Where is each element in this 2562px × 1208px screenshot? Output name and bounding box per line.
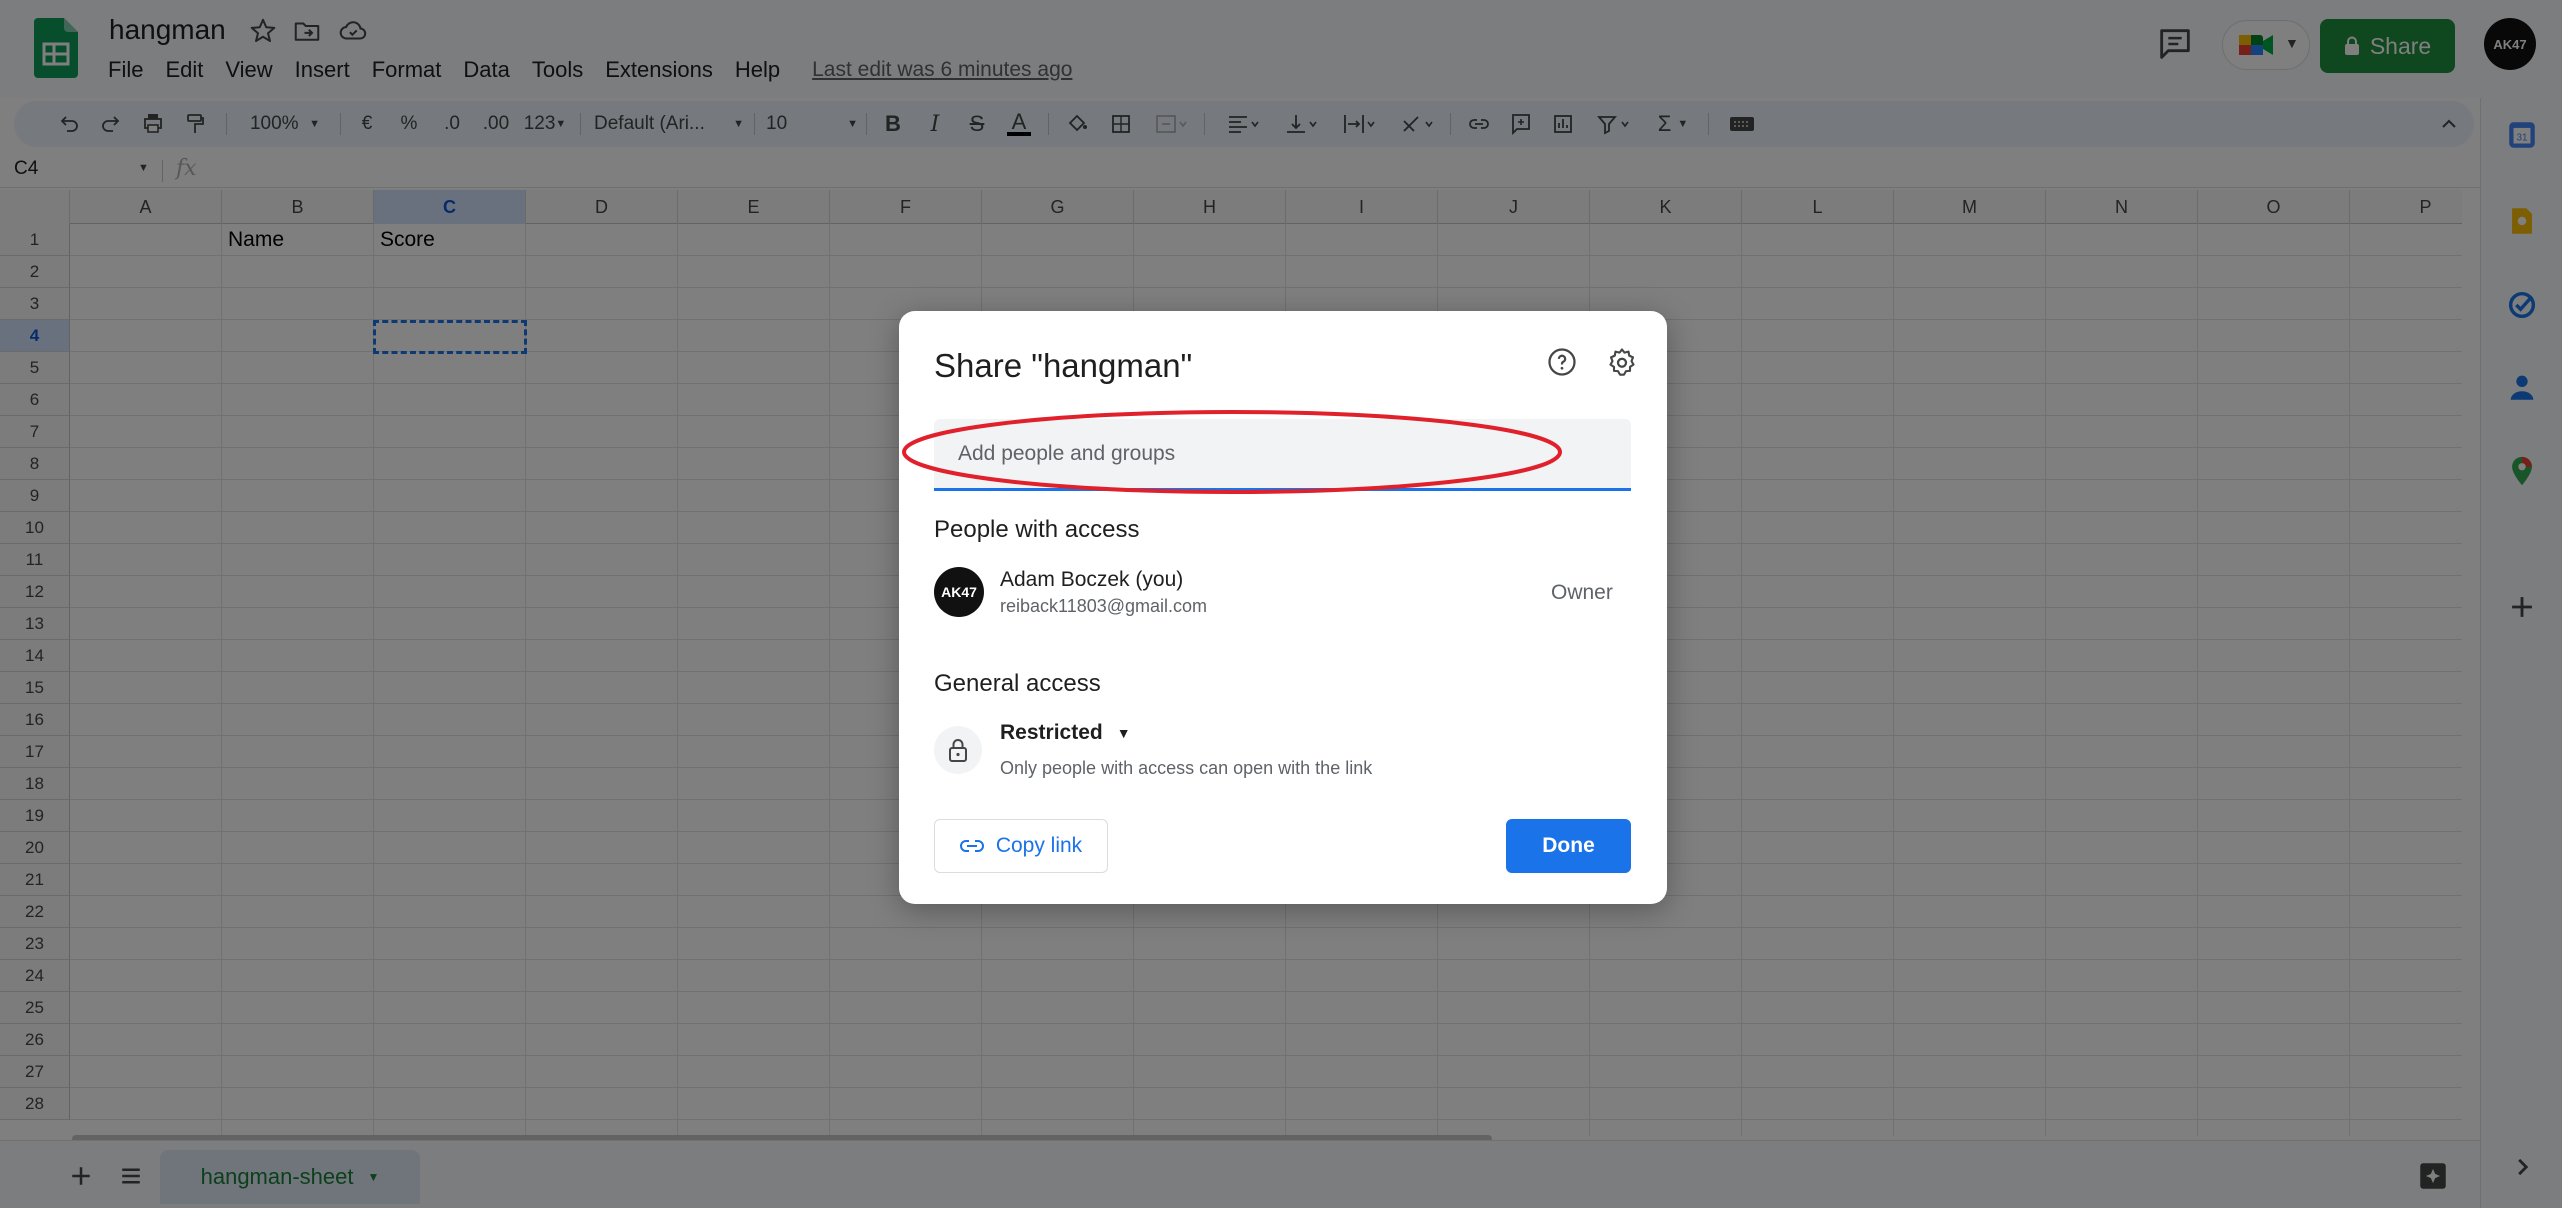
lock-icon — [949, 739, 967, 762]
settings-icon[interactable] — [1607, 347, 1637, 377]
share-dialog: Share "hangman" People with access AK47 … — [899, 311, 1667, 904]
general-access-dropdown[interactable]: Restricted ▼ — [1000, 721, 1131, 745]
add-people-input[interactable] — [958, 419, 1608, 488]
lock-icon-wrapper — [934, 726, 982, 774]
help-icon[interactable] — [1547, 347, 1577, 377]
done-button[interactable]: Done — [1506, 819, 1631, 873]
dialog-title: Share "hangman" — [934, 347, 1193, 384]
access-description: Only people with access can open with th… — [1000, 758, 1373, 778]
add-people-field[interactable] — [934, 419, 1631, 491]
general-access-heading: General access — [934, 670, 1101, 697]
copy-link-button[interactable]: Copy link — [934, 819, 1108, 873]
person-email: reiback11803@gmail.com — [1000, 596, 1208, 616]
person-name: Adam Boczek (you) — [1000, 568, 1184, 591]
copy-link-label: Copy link — [995, 834, 1083, 857]
access-level: Restricted — [1000, 721, 1103, 744]
person-role: Owner — [1551, 581, 1613, 604]
avatar: AK47 — [934, 567, 984, 617]
caret-down-icon: ▼ — [1116, 725, 1131, 741]
people-with-access-heading: People with access — [934, 516, 1140, 543]
link-icon — [959, 840, 984, 852]
